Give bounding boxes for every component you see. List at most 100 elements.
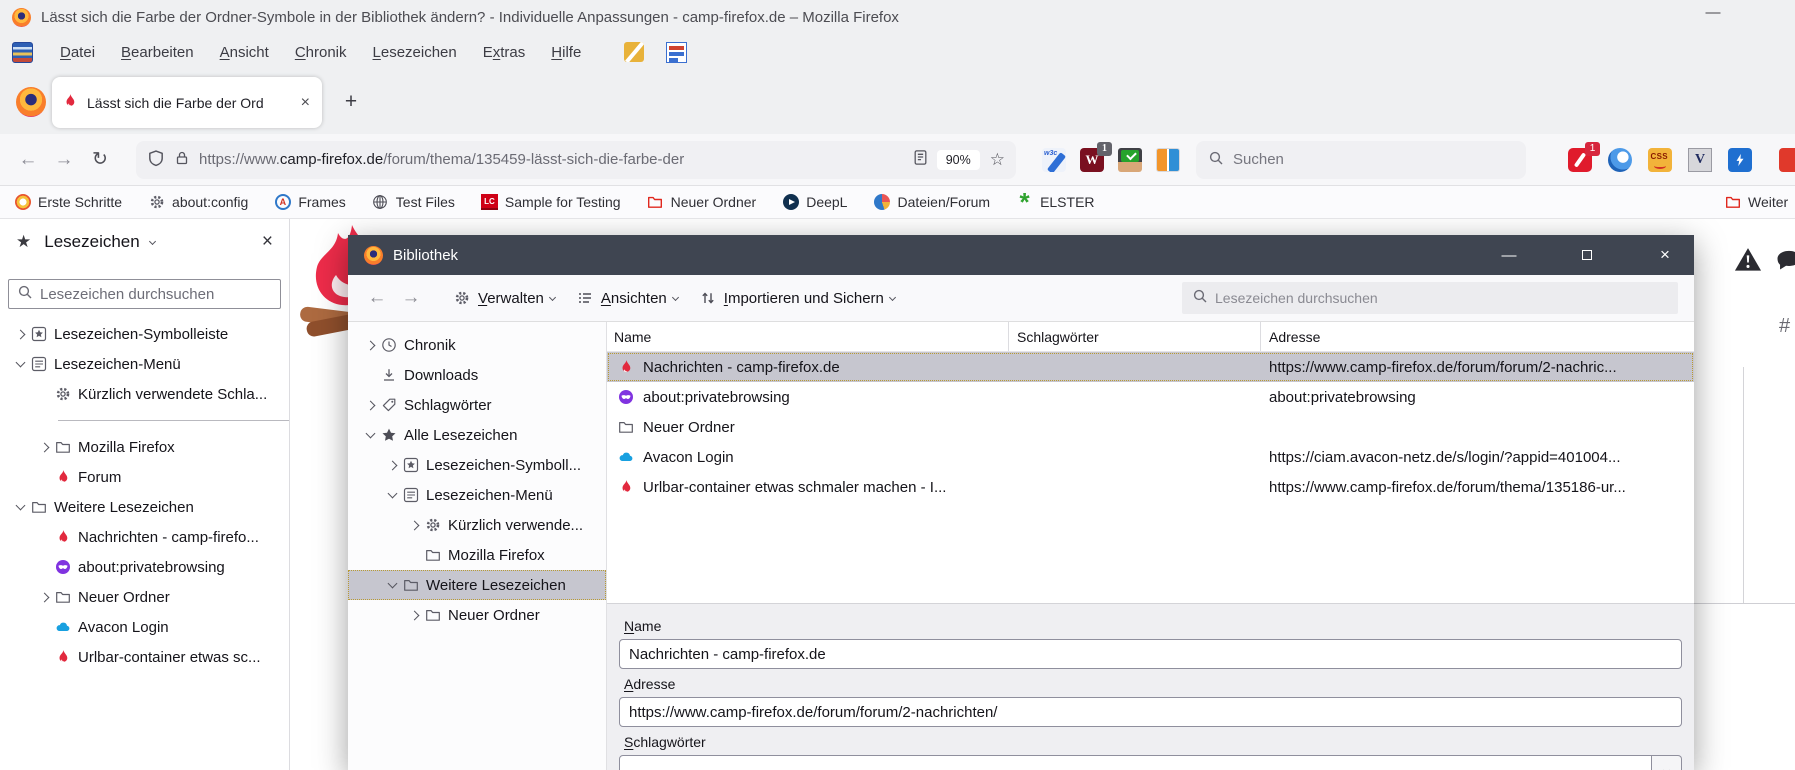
ext-bolt-blue-icon[interactable] xyxy=(1728,148,1752,172)
tree-item[interactable]: about:privatebrowsing xyxy=(0,552,289,582)
chevron-right-icon[interactable] xyxy=(387,460,397,470)
chevron-down-icon[interactable] xyxy=(15,358,25,368)
bookmark-row[interactable]: Nachrichten - camp-firefox.dehttps://www… xyxy=(607,352,1694,382)
library-toolbar-importieren-button[interactable]: Importieren und Sichern xyxy=(700,290,895,307)
bookmark-star-icon[interactable]: ☆ xyxy=(990,150,1005,170)
tree-item[interactable]: Kürzlich verwende... xyxy=(348,510,606,540)
menu-bearbeiten[interactable]: Bearbeiten xyxy=(108,40,207,65)
tree-item[interactable]: Weitere Lesezeichen xyxy=(0,492,289,522)
sidebar-search-input[interactable] xyxy=(40,286,272,303)
tree-item[interactable]: Schlagwörter xyxy=(348,390,606,420)
tree-item[interactable]: Lesezeichen-Menü xyxy=(348,480,606,510)
chevron-right-icon[interactable] xyxy=(409,520,419,530)
bookmark-row[interactable]: Neuer Ordner xyxy=(607,412,1694,442)
library-back-button[interactable]: ← xyxy=(364,287,390,309)
menu-ansicht[interactable]: Ansicht xyxy=(207,40,282,65)
warning-triangle-icon[interactable] xyxy=(1734,247,1762,272)
tree-item[interactable]: Downloads xyxy=(348,360,606,390)
bookmark-row[interactable]: Urlbar-container etwas schmaler machen -… xyxy=(607,472,1694,502)
bookmark-item[interactable]: AFrames xyxy=(274,194,345,211)
url-bar[interactable]: https://www.camp-firefox.de/forum/thema/… xyxy=(136,141,1016,179)
ext-w3c-validator-icon[interactable]: w3c xyxy=(1042,148,1066,172)
tree-item[interactable]: Chronik xyxy=(348,330,606,360)
tags-field[interactable] xyxy=(619,755,1652,770)
ext-blue-swirl-icon[interactable] xyxy=(1608,148,1632,172)
tree-item[interactable]: Forum xyxy=(0,462,289,492)
library-minimize-button[interactable]: — xyxy=(1496,247,1522,264)
tree-item[interactable]: Alle Lesezeichen xyxy=(348,420,606,450)
library-close-button[interactable]: × xyxy=(1652,245,1678,265)
library-maximize-button[interactable] xyxy=(1574,247,1600,264)
tree-item[interactable]: Lesezeichen-Menü xyxy=(0,349,289,379)
chevron-right-icon[interactable] xyxy=(365,400,375,410)
chevron-down-icon[interactable] xyxy=(387,579,397,589)
search-input[interactable] xyxy=(1233,151,1514,168)
name-field[interactable] xyxy=(619,639,1682,669)
tree-item[interactable]: Avacon Login xyxy=(0,612,289,642)
back-button[interactable]: ← xyxy=(14,149,42,171)
chevron-down-icon[interactable] xyxy=(387,489,397,499)
bookmark-item[interactable]: Erste Schritte xyxy=(14,194,122,211)
column-header-name[interactable]: Name xyxy=(607,322,1009,351)
sidebar-search-box[interactable] xyxy=(8,279,281,309)
bookmark-item[interactable]: *ELSTER xyxy=(1016,194,1094,211)
tree-item[interactable]: Nachrichten - camp-firefo... xyxy=(0,522,289,552)
ext-red-pin-icon[interactable]: 1 xyxy=(1568,148,1592,172)
tree-item[interactable]: Lesezeichen-Symboll... xyxy=(348,450,606,480)
tree-item[interactable]: Mozilla Firefox xyxy=(0,432,289,462)
column-header-tags[interactable]: Schlagwörter xyxy=(1009,322,1261,351)
bookmark-row[interactable]: Avacon Loginhttps://ciam.avacon-netz.de/… xyxy=(607,442,1694,472)
ext-green-check-icon[interactable] xyxy=(1118,148,1142,172)
new-tab-button[interactable]: + xyxy=(336,87,366,117)
library-toolbar-ansichten-button[interactable]: Ansichten xyxy=(577,290,678,307)
library-search-box[interactable] xyxy=(1182,282,1678,314)
bookmark-row[interactable]: about:privatebrowsingabout:privatebrowsi… xyxy=(607,382,1694,412)
bookmark-item[interactable]: Dateien/Forum xyxy=(873,194,990,211)
bookmark-item[interactable]: Test Files xyxy=(372,194,455,211)
reload-button[interactable]: ↻ xyxy=(86,148,114,171)
sidebar-close-icon[interactable]: × xyxy=(262,231,273,253)
ext-orange-blue-icon[interactable] xyxy=(1156,148,1180,172)
app-window-icon[interactable] xyxy=(12,42,33,63)
menu-datei[interactable]: Datei xyxy=(47,40,108,65)
bookmark-item[interactable]: DeepL xyxy=(782,194,847,211)
chevron-right-icon[interactable] xyxy=(39,442,49,452)
shield-icon[interactable] xyxy=(147,149,165,171)
lock-icon[interactable] xyxy=(174,150,190,170)
menu-extras[interactable]: Extras xyxy=(470,40,539,65)
bookmark-item[interactable]: Neuer Ordner xyxy=(647,194,757,211)
address-field[interactable] xyxy=(619,697,1682,727)
tags-dropdown-button[interactable] xyxy=(1652,755,1682,770)
menu-chronik[interactable]: Chronik xyxy=(282,40,360,65)
menu-lesezeichen[interactable]: Lesezeichen xyxy=(360,40,470,65)
tree-item[interactable]: Mozilla Firefox xyxy=(348,540,606,570)
search-bar[interactable] xyxy=(1196,141,1526,179)
tree-item[interactable]: Kürzlich verwendete Schla... xyxy=(0,379,289,409)
tree-item[interactable]: Urlbar-container etwas sc... xyxy=(0,642,289,672)
zoom-level-button[interactable]: 90% xyxy=(937,150,980,170)
chevron-right-icon[interactable] xyxy=(39,592,49,602)
bookmark-item[interactable]: Weiter xyxy=(1724,194,1788,211)
clipped-extension-icon[interactable] xyxy=(1779,148,1795,172)
tree-item[interactable]: Neuer Ordner xyxy=(0,582,289,612)
forward-button[interactable]: → xyxy=(50,149,78,171)
tab-close-icon[interactable]: × xyxy=(299,94,312,112)
library-forward-button[interactable]: → xyxy=(398,287,424,309)
menubar-grid-icon[interactable] xyxy=(666,42,687,63)
ext-w-red-icon[interactable]: W1 xyxy=(1080,148,1104,172)
menubar-pen-icon[interactable] xyxy=(624,42,644,62)
reader-mode-icon[interactable] xyxy=(912,149,929,170)
chevron-down-icon[interactable] xyxy=(365,429,375,439)
chevron-right-icon[interactable] xyxy=(15,329,25,339)
bookmark-item[interactable]: about:config xyxy=(148,194,248,211)
library-search-input[interactable] xyxy=(1215,290,1668,306)
chat-bubble-icon[interactable] xyxy=(1776,249,1795,272)
ext-css-icon[interactable]: CSS xyxy=(1648,148,1672,172)
bookmark-item[interactable]: LCSample for Testing xyxy=(481,194,621,211)
chevron-right-icon[interactable] xyxy=(409,610,419,620)
chevron-down-icon[interactable] xyxy=(15,501,25,511)
library-toolbar-verwalten-button[interactable]: Verwalten xyxy=(454,290,555,307)
firefox-app-button[interactable] xyxy=(16,87,46,117)
tree-item[interactable]: Neuer Ordner xyxy=(348,600,606,630)
active-tab[interactable]: Lässt sich die Farbe der Ord × xyxy=(52,77,322,128)
